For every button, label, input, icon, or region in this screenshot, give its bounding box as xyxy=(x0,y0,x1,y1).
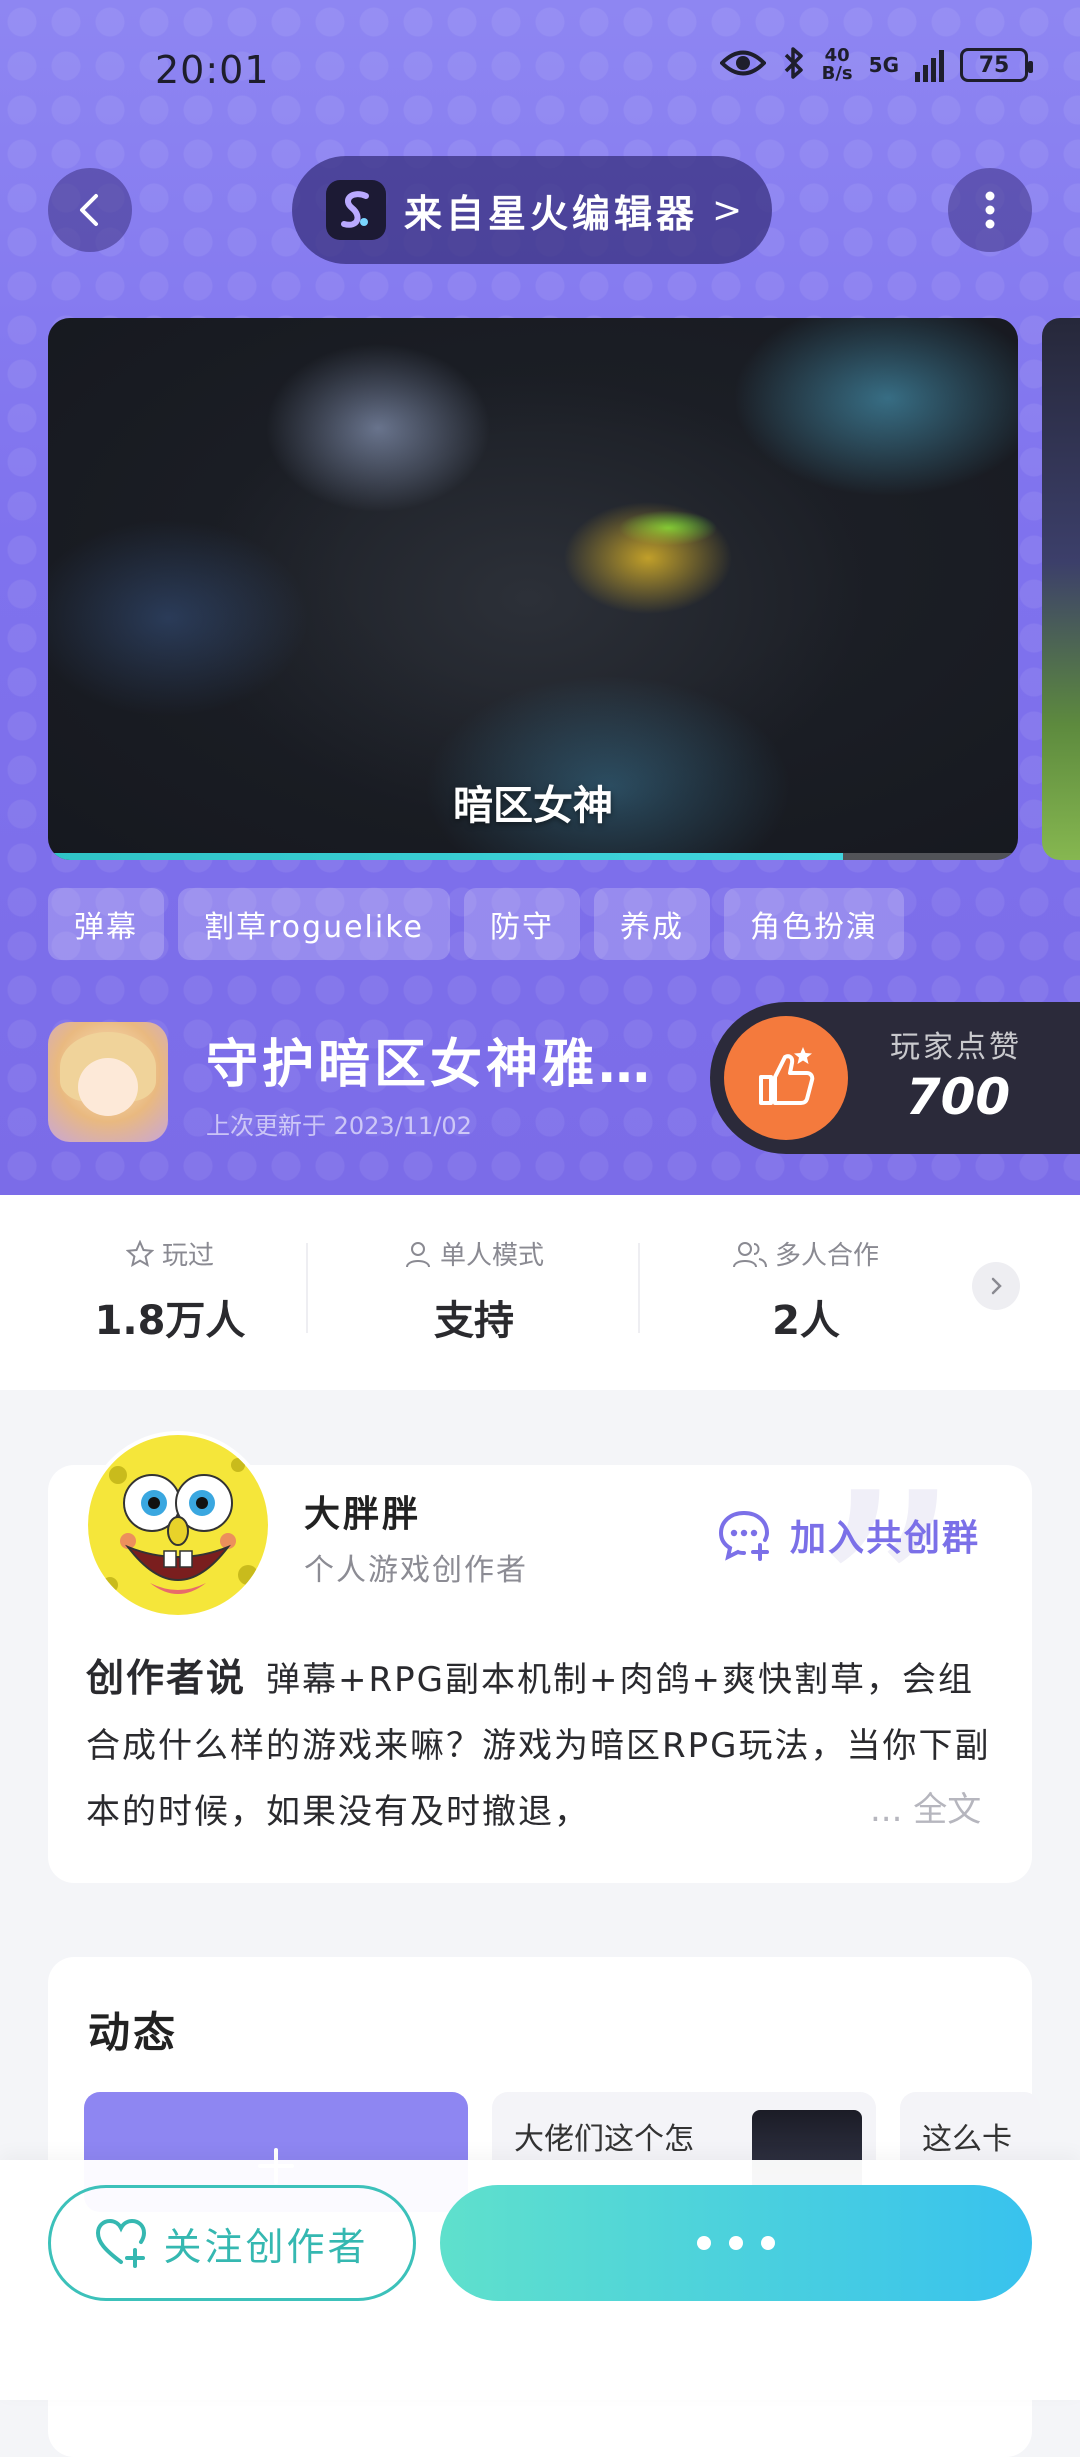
stat-multiplayer: 多人合作 2人 xyxy=(656,1235,956,1346)
join-group-label: 加入共创群 xyxy=(790,1518,981,1559)
status-time: 20:01 xyxy=(155,48,270,92)
stat-played-label: 玩过 xyxy=(161,1241,214,1271)
play-game-button[interactable] xyxy=(440,2185,1032,2301)
creator-card: ” 大胖胖 个人游戏创作者 加入共创群 创作者说 弹幕+RPG副本机制+肉鸽+爽快… xyxy=(48,1435,1032,1883)
dynamics-item-text: 这么卡 xyxy=(922,2122,1012,2157)
likes-label: 玩家点赞 xyxy=(890,1030,1022,1065)
creator-avatar[interactable] xyxy=(88,1435,268,1615)
game-tags: 弹幕 割草roguelike 防守 养成 角色扮演 xyxy=(48,888,904,960)
video-progress-fill xyxy=(48,853,844,860)
read-more-link[interactable]: ... 全文 xyxy=(850,1777,982,1843)
game-icon xyxy=(48,1022,168,1142)
star-icon xyxy=(125,1239,154,1267)
stat-divider xyxy=(638,1243,640,1333)
player-likes-card: 玩家点赞 700 xyxy=(710,1002,1080,1154)
eye-icon xyxy=(718,48,767,82)
chat-group-icon xyxy=(718,1511,770,1561)
heart-plus-icon xyxy=(96,2218,147,2268)
bluetooth-icon xyxy=(782,46,806,84)
chevron-right-icon: > xyxy=(712,189,743,231)
stat-single-player: 单人模式 支持 xyxy=(324,1235,624,1346)
game-tag[interactable]: 角色扮演 xyxy=(723,888,904,960)
creator-name[interactable]: 大胖胖 xyxy=(304,1485,421,1537)
back-arrow-icon xyxy=(80,194,98,226)
like-button[interactable] xyxy=(724,1016,848,1140)
hero-section: 20:01 40 B/s 5G 75 来自星火编辑器 > 暗区女神 弹幕 割草r… xyxy=(0,0,1080,1195)
battery-level: 75 xyxy=(978,52,1010,78)
back-button[interactable] xyxy=(48,168,132,252)
bottom-action-bar: 关注创作者 xyxy=(0,2160,1080,2400)
stats-more-button[interactable] xyxy=(972,1262,1020,1310)
dynamics-item-text: 大佬们这个怎 xyxy=(514,2122,694,2157)
likes-count: 700 xyxy=(905,1068,1011,1126)
stat-played: 玩过 1.8万人 xyxy=(20,1235,320,1346)
video-caption: 暗区女神 xyxy=(453,782,613,829)
stat-single-value: 支持 xyxy=(434,1298,514,1344)
signal-icon xyxy=(915,48,944,82)
loading-dot-icon xyxy=(761,2236,775,2250)
game-stats-bar: 玩过 1.8万人 单人模式 支持 多人合作 2人 xyxy=(0,1195,1080,1390)
stat-single-label: 单人模式 xyxy=(439,1241,544,1271)
net-speed-unit: B/s xyxy=(821,63,853,84)
game-updated-date: 上次更新于 2023/11/02 xyxy=(206,1112,472,1140)
source-editor-link[interactable]: 来自星火编辑器 > xyxy=(292,156,772,264)
network-type: 5G xyxy=(868,53,899,77)
more-vertical-icon xyxy=(985,191,995,229)
status-bar: 20:01 40 B/s 5G 75 xyxy=(0,0,1080,150)
source-label: 来自星火编辑器 xyxy=(404,191,699,236)
chevron-right-icon xyxy=(991,1277,1002,1295)
stat-multi-value: 2人 xyxy=(772,1298,840,1344)
dynamics-title: 动态 xyxy=(88,2008,179,2057)
game-tag[interactable]: 防守 xyxy=(463,888,580,960)
status-icons: 40 B/s 5G 75 xyxy=(718,46,1033,84)
person-icon xyxy=(405,1241,430,1267)
battery-icon: 75 xyxy=(960,48,1033,82)
creator-role: 个人游戏创作者 xyxy=(304,1553,528,1588)
game-tag[interactable]: 割草roguelike xyxy=(178,888,450,960)
net-speed: 40 B/s xyxy=(822,47,853,83)
game-tag[interactable]: 弹幕 xyxy=(48,888,164,960)
loading-dot-icon xyxy=(697,2236,711,2250)
stat-played-value: 1.8万人 xyxy=(94,1298,246,1344)
game-video-player[interactable]: 暗区女神 xyxy=(48,318,1018,860)
thumbs-up-icon xyxy=(759,1047,815,1105)
more-options-button[interactable] xyxy=(948,168,1032,252)
creator-say-label: 创作者说 xyxy=(86,1656,247,1700)
game-title: 守护暗区女神雅… xyxy=(206,1035,655,1095)
people-icon xyxy=(732,1241,767,1267)
game-tag[interactable]: 养成 xyxy=(593,888,710,960)
stat-divider xyxy=(306,1243,308,1333)
loading-dot-icon xyxy=(729,2236,743,2250)
join-cocreate-group-button[interactable]: 加入共创群 xyxy=(716,1507,980,1563)
next-screenshot-preview[interactable] xyxy=(1042,318,1080,860)
stat-multi-label: 多人合作 xyxy=(774,1241,879,1271)
spark-editor-logo-icon xyxy=(326,180,386,240)
video-progress-bar[interactable] xyxy=(48,853,1018,860)
follow-creator-button[interactable]: 关注创作者 xyxy=(48,2185,416,2301)
follow-label: 关注创作者 xyxy=(163,2224,369,2269)
